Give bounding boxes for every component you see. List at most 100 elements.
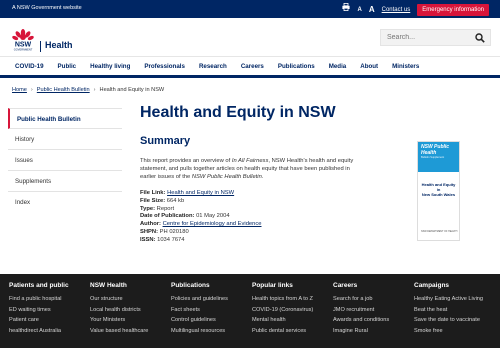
meta-label: SHPN: bbox=[140, 228, 159, 235]
cover-title-line: New South Wales bbox=[421, 192, 456, 197]
page-title: Health and Equity in NSW bbox=[140, 104, 336, 121]
main-navigation: COVID-19 Public Healthy living Professio… bbox=[0, 56, 500, 78]
font-decrease-button[interactable]: A bbox=[357, 4, 361, 16]
printer-icon[interactable] bbox=[342, 2, 351, 16]
meta-label: File Link: bbox=[140, 190, 166, 196]
footer-link[interactable]: Policies and guidelines bbox=[171, 294, 228, 305]
author-link[interactable]: Centre for Epidemiology and Evidence bbox=[163, 221, 262, 227]
cover-publisher: NSW DEPARTMENT OF HEALTH bbox=[421, 230, 458, 233]
meta-issn-row: ISSN: 1034 7674 bbox=[140, 237, 262, 245]
logo-subtext: GOVERNMENT bbox=[14, 48, 33, 52]
desc-italic-1: In All Fairness bbox=[231, 158, 269, 164]
nav-item-about[interactable]: About bbox=[360, 63, 378, 70]
sidebar-item-history[interactable]: History bbox=[8, 129, 122, 150]
footer-link[interactable]: Value based healthcare bbox=[90, 326, 148, 337]
footer-link[interactable]: Public dental services bbox=[252, 326, 313, 337]
nav-item-publications[interactable]: Publications bbox=[278, 63, 315, 70]
footer-column-campaigns: Campaigns Healthy Eating Active Living B… bbox=[414, 282, 483, 336]
meta-type-row: Type: Report bbox=[140, 206, 262, 214]
nav-item-covid-19[interactable]: COVID-19 bbox=[15, 63, 44, 70]
nav-item-media[interactable]: Media bbox=[329, 63, 347, 70]
cover-series-subtitle: Bulletin Supplement bbox=[421, 156, 445, 159]
breadcrumb-public-health-bulletin[interactable]: Public Health Bulletin bbox=[37, 87, 90, 93]
summary-description: This report provides an overview of In A… bbox=[140, 157, 362, 181]
breadcrumb-current: Health and Equity in NSW bbox=[99, 87, 165, 93]
footer-heading: Popular links bbox=[252, 282, 293, 289]
meta-value: 01 May 2004 bbox=[196, 213, 230, 220]
search-input[interactable] bbox=[381, 34, 471, 41]
footer-link[interactable]: Smoke free bbox=[414, 326, 483, 337]
site-section-name[interactable]: Health bbox=[45, 40, 73, 50]
top-utility-bar: A NSW Government website A A Contact us … bbox=[0, 0, 500, 18]
site-footer: Patients and public Find a public hospit… bbox=[0, 274, 500, 348]
footer-link[interactable]: Save the date to vaccinate bbox=[414, 315, 483, 326]
nav-item-careers[interactable]: Careers bbox=[241, 63, 264, 70]
footer-link[interactable]: Your Ministers bbox=[90, 315, 148, 326]
search-icon[interactable] bbox=[475, 33, 485, 43]
footer-link[interactable]: COVID-19 (Coronavirus) bbox=[252, 305, 313, 316]
sidebar-item-issues[interactable]: Issues bbox=[8, 150, 122, 171]
sidebar-item-index[interactable]: Index bbox=[8, 192, 122, 213]
publication-metadata: File Link: Health and Equity in NSW File… bbox=[140, 190, 262, 245]
cover-title: Health and Equity in New South Wales bbox=[418, 182, 459, 197]
meta-value: Report bbox=[156, 205, 175, 212]
meta-value: 664 kb bbox=[166, 197, 185, 204]
meta-author-row: Author: Centre for Epidemiology and Evid… bbox=[140, 221, 262, 229]
footer-link[interactable]: Fact sheets bbox=[171, 305, 228, 316]
logo-divider bbox=[40, 41, 41, 52]
emergency-information-button[interactable]: Emergency information bbox=[417, 3, 489, 16]
nav-item-ministers[interactable]: Ministers bbox=[392, 63, 419, 70]
sidebar-navigation: Public Health Bulletin History Issues Su… bbox=[8, 108, 122, 213]
meta-value: 1034 7674 bbox=[157, 236, 185, 243]
footer-link[interactable]: Our structure bbox=[90, 294, 148, 305]
desc-text-3: . bbox=[261, 174, 264, 180]
cover-series-title: NSW Public Health bbox=[421, 144, 450, 156]
footer-link[interactable]: Multilingual resources bbox=[171, 326, 228, 337]
footer-link[interactable]: Local health districts bbox=[90, 305, 148, 316]
footer-link[interactable]: Healthy Eating Active Living bbox=[414, 294, 483, 305]
desc-text-1: This report provides an overview of bbox=[140, 158, 232, 164]
meta-label: Author: bbox=[140, 221, 161, 228]
footer-heading: Campaigns bbox=[414, 282, 450, 289]
footer-heading: Careers bbox=[333, 282, 358, 289]
footer-column-popular-links: Popular links Health topics from A to Z … bbox=[252, 282, 313, 336]
footer-link[interactable]: Awards and conditions bbox=[333, 315, 389, 326]
meta-label: Date of Publication: bbox=[140, 213, 195, 220]
gov-website-label: A NSW Government website bbox=[12, 5, 82, 11]
file-download-link[interactable]: Health and Equity in NSW bbox=[167, 190, 234, 196]
footer-column-careers: Careers Search for a job JMO recruitment… bbox=[333, 282, 389, 336]
footer-link[interactable]: Patient care bbox=[9, 315, 69, 326]
publication-cover-thumbnail[interactable]: NSW Public Health Bulletin Supplement He… bbox=[417, 141, 460, 241]
footer-link[interactable]: healthdirect Australia bbox=[9, 326, 69, 337]
meta-label: ISSN: bbox=[140, 236, 156, 243]
footer-link[interactable]: Mental health bbox=[252, 315, 313, 326]
contact-us-link[interactable]: Contact us bbox=[382, 4, 411, 16]
site-header: NSW GOVERNMENT Health bbox=[0, 18, 500, 56]
footer-link[interactable]: JMO recruitment bbox=[333, 305, 389, 316]
chevron-right-icon: › bbox=[93, 87, 96, 93]
nav-item-healthy-living[interactable]: Healthy living bbox=[90, 63, 130, 70]
footer-link[interactable]: Health topics from A to Z bbox=[252, 294, 313, 305]
search-box bbox=[380, 29, 491, 46]
sidebar-item-public-health-bulletin[interactable]: Public Health Bulletin bbox=[8, 108, 122, 129]
meta-date-row: Date of Publication: 01 May 2004 bbox=[140, 213, 262, 221]
footer-link[interactable]: Find a public hospital bbox=[9, 294, 69, 305]
chevron-right-icon: › bbox=[30, 87, 33, 93]
nav-item-research[interactable]: Research bbox=[199, 63, 227, 70]
font-increase-button[interactable]: A bbox=[369, 4, 375, 16]
meta-value: PH 020180 bbox=[159, 228, 189, 235]
footer-link[interactable]: Beat the heat bbox=[414, 305, 483, 316]
nsw-waratah-logo-icon[interactable]: NSW GOVERNMENT bbox=[10, 26, 36, 52]
nav-item-public[interactable]: Public bbox=[58, 63, 77, 70]
footer-link[interactable]: Search for a job bbox=[333, 294, 389, 305]
footer-link[interactable]: Control guidelines bbox=[171, 315, 228, 326]
cover-banner: NSW Public Health Bulletin Supplement bbox=[418, 142, 459, 172]
breadcrumb: Home › Public Health Bulletin › Health a… bbox=[12, 87, 164, 93]
footer-link[interactable]: Imagine Rural bbox=[333, 326, 389, 337]
meta-label: Type: bbox=[140, 205, 156, 212]
footer-heading: NSW Health bbox=[90, 282, 127, 289]
nav-item-professionals[interactable]: Professionals bbox=[144, 63, 185, 70]
sidebar-item-supplements[interactable]: Supplements bbox=[8, 171, 122, 192]
breadcrumb-home[interactable]: Home bbox=[12, 87, 27, 93]
footer-link[interactable]: ED waiting times bbox=[9, 305, 69, 316]
